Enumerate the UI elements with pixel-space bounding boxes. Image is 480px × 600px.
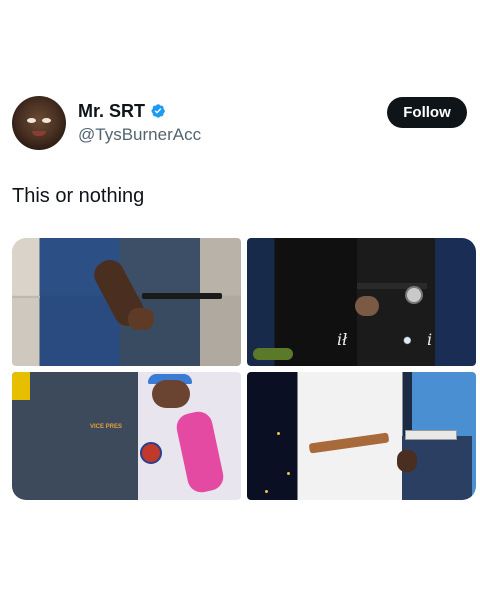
post-text: This or nothing <box>12 185 145 207</box>
flag-shape <box>12 372 30 400</box>
watch-shape <box>405 286 423 304</box>
avatar-mouth <box>32 131 46 136</box>
author-handle[interactable]: @TysBurnerAcc <box>78 124 201 146</box>
shirt-logo-icon <box>140 442 162 464</box>
author-info: Mr. SRT @TysBurnerAcc <box>78 100 201 146</box>
photo-top-right[interactable]: ił i <box>247 238 476 366</box>
sleeve-shape <box>174 409 226 495</box>
photo-sign-text: ił <box>337 330 348 349</box>
author-display-name[interactable]: Mr. SRT <box>78 100 145 122</box>
tweet-post: Mr. SRT @TysBurnerAcc Follow This or not… <box>0 0 480 600</box>
follow-button[interactable]: Follow <box>387 97 467 128</box>
wall-molding <box>12 296 40 298</box>
author-avatar[interactable] <box>12 96 66 150</box>
hand-shape <box>355 296 379 316</box>
belt-shape <box>308 432 390 454</box>
hand-shape <box>128 308 154 330</box>
plant-shape <box>253 348 293 360</box>
media-grid: ił i VICE PRES <box>12 238 476 500</box>
hand-shape <box>397 450 417 472</box>
sparkle-shape <box>277 432 280 435</box>
verified-badge-icon <box>151 104 165 118</box>
photo-sign-text-2: i <box>427 330 433 349</box>
belt-shape <box>142 293 222 299</box>
photo-bottom-right[interactable] <box>247 372 476 500</box>
face-shape <box>152 380 190 408</box>
avatar-eye <box>42 118 51 123</box>
author-name-row: Mr. SRT <box>78 100 201 122</box>
belt-shape <box>405 430 457 440</box>
photo-bottom-left[interactable]: VICE PRES <box>12 372 241 500</box>
shirt-text: VICE PRES <box>90 424 123 430</box>
avatar-eye <box>27 118 36 123</box>
photo-top-left[interactable] <box>12 238 241 366</box>
